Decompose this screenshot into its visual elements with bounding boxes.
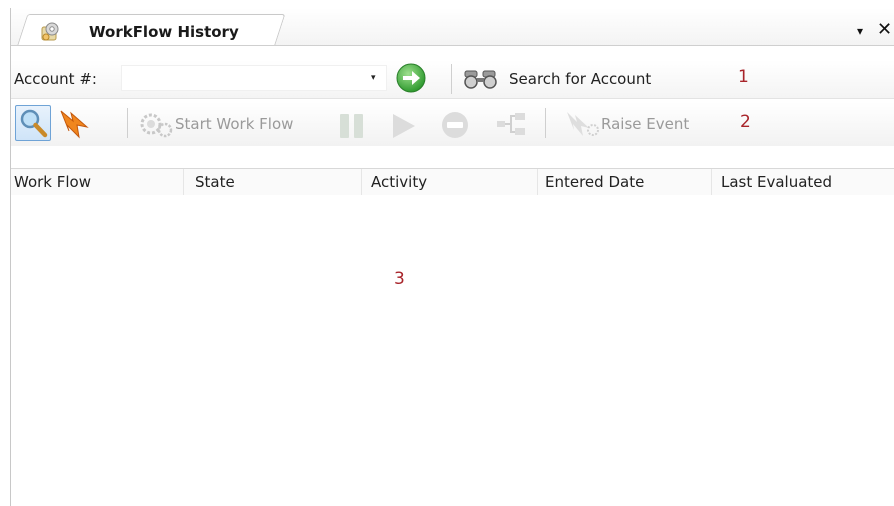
column-header-activity[interactable]: Activity — [371, 173, 427, 191]
close-icon[interactable]: ✕ — [877, 19, 892, 40]
green-arrow-right-icon[interactable] — [395, 62, 427, 94]
workflow-history-panel: WorkFlow History ▾ ✕ Account #: ▾ Search… — [10, 8, 894, 506]
orange-lightning-icon[interactable] — [57, 107, 93, 141]
grid-body[interactable]: 3 — [11, 195, 894, 506]
workflow-diagram-icon[interactable] — [495, 110, 529, 140]
toolbar-separator — [545, 108, 546, 138]
tab-title: WorkFlow History — [89, 23, 239, 41]
tab-strip: WorkFlow History ▾ ✕ — [11, 8, 894, 46]
column-header-state[interactable]: State — [195, 173, 235, 191]
raise-event-icon — [567, 112, 599, 136]
account-dropdown-chevron-icon[interactable]: ▾ — [371, 73, 376, 83]
toolbar-separator — [451, 64, 452, 94]
gears-icon — [140, 113, 173, 138]
account-input[interactable] — [121, 65, 387, 91]
account-label: Account #: — [14, 70, 97, 88]
grid-header: Work Flow State Activity Entered Date La… — [11, 168, 894, 196]
pause-icon[interactable] — [337, 112, 367, 140]
tab-menu-chevron-icon[interactable]: ▾ — [857, 24, 863, 38]
column-header-work-flow[interactable]: Work Flow — [14, 173, 91, 191]
column-separator[interactable] — [361, 169, 362, 195]
start-work-flow-button[interactable]: Start Work Flow — [139, 110, 293, 138]
column-header-last-evaluated[interactable]: Last Evaluated — [721, 173, 832, 191]
annotation-number-3: 3 — [394, 269, 405, 289]
column-header-entered-date[interactable]: Entered Date — [545, 173, 644, 191]
magnifier-icon — [20, 109, 48, 138]
binoculars-icon — [464, 70, 497, 89]
toolbar-separator — [127, 108, 128, 138]
search-for-account-label: Search for Account — [509, 70, 652, 88]
gear-scroll-icon — [41, 22, 59, 41]
annotation-number-1: 1 — [738, 67, 749, 87]
column-separator[interactable] — [183, 169, 184, 195]
workflow-toolbar: Start Work Flow Raise Event 2 — [11, 102, 894, 146]
column-separator[interactable] — [711, 169, 712, 195]
tab-content: WorkFlow History — [39, 20, 239, 44]
play-icon[interactable] — [389, 112, 419, 140]
stop-icon[interactable] — [439, 110, 473, 140]
raise-event-button[interactable]: Raise Event — [563, 110, 689, 138]
search-for-account-button[interactable]: Search for Account — [461, 66, 651, 92]
annotation-number-2: 2 — [740, 112, 751, 132]
tab-strip-divider — [11, 45, 894, 46]
account-search-bar: Account #: ▾ Search for Account 1 — [11, 60, 894, 99]
search-button[interactable] — [15, 105, 51, 141]
start-work-flow-label: Start Work Flow — [175, 115, 294, 133]
raise-event-label: Raise Event — [601, 115, 690, 133]
column-separator[interactable] — [537, 169, 538, 195]
